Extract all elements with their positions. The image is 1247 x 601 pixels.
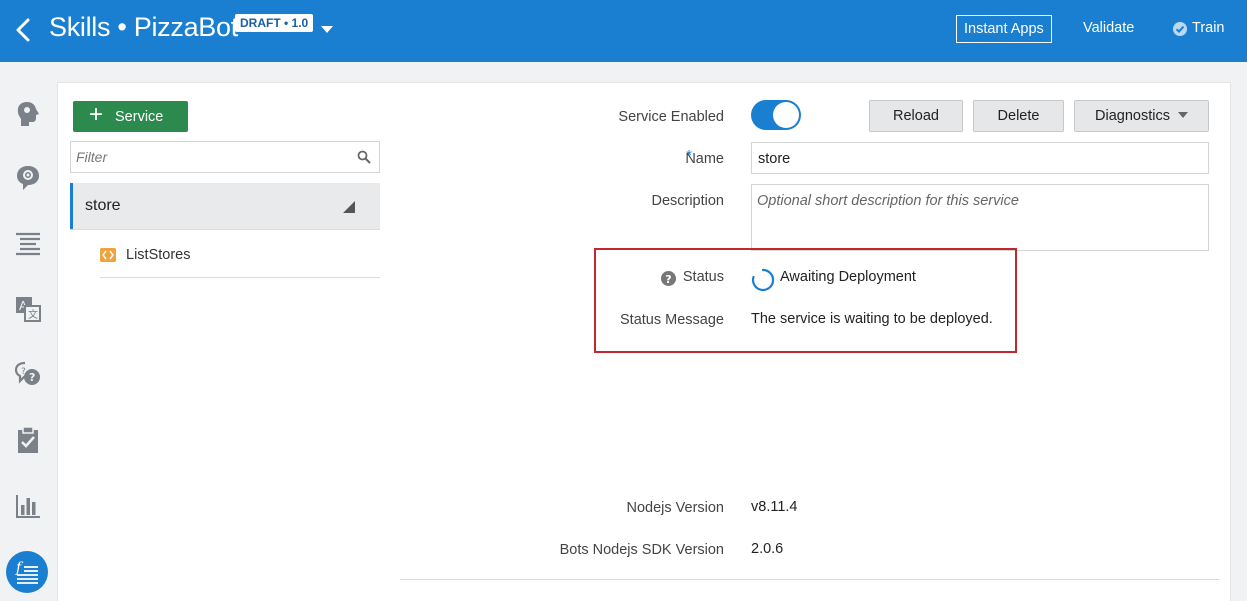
left-navigation: A文 ?? f [0, 62, 57, 601]
components-icon[interactable]: f [6, 551, 48, 593]
quality-icon[interactable] [12, 424, 44, 456]
status-highlight-box [594, 248, 1017, 353]
back-arrow-icon[interactable] [13, 16, 35, 44]
sdk-version-label: Bots Nodejs SDK Version [559, 542, 724, 558]
caret-down-icon [1177, 112, 1188, 118]
component-list-item[interactable]: ListStores [100, 240, 380, 276]
version-badge: DRAFT • 1.0 [235, 14, 314, 32]
service-list-item[interactable]: store [70, 183, 380, 229]
component-code-icon [100, 248, 116, 262]
component-name: ListStores [126, 247, 191, 263]
add-service-label: Service [115, 109, 164, 125]
check-circle-icon [1173, 22, 1187, 36]
collapse-triangle-icon[interactable] [343, 201, 355, 213]
sdk-version-value: 2.0.6 [751, 541, 784, 557]
qna-icon[interactable]: ?? [12, 358, 44, 390]
divider [100, 277, 380, 278]
status-message-value: The service is waiting to be deployed. [751, 311, 993, 327]
flows-icon[interactable] [12, 228, 44, 260]
nodejs-version-value: v8.11.4 [751, 499, 798, 515]
entities-icon[interactable] [12, 162, 44, 194]
description-label: Description [651, 193, 724, 209]
description-input[interactable] [757, 193, 1202, 245]
filter-input[interactable] [76, 148, 346, 166]
help-icon[interactable]: ? [661, 271, 676, 286]
plus-icon: + [89, 101, 104, 128]
description-field[interactable] [751, 184, 1209, 251]
validate-button[interactable]: Validate [1083, 20, 1134, 36]
divider [70, 229, 380, 230]
service-enabled-label: Service Enabled [618, 109, 724, 125]
intents-icon[interactable] [12, 98, 44, 130]
diagnostics-label: Diagnostics [1095, 108, 1170, 124]
divider [400, 579, 1219, 580]
service-enabled-toggle[interactable] [751, 100, 801, 130]
status-label: Status [682, 269, 724, 285]
status-message-label: Status Message [620, 312, 724, 328]
insights-icon[interactable] [12, 490, 44, 522]
train-button[interactable]: Train [1192, 20, 1225, 36]
toggle-knob [773, 102, 799, 128]
page-title: Skills • PizzaBot [49, 12, 238, 42]
nodejs-version-label: Nodejs Version [626, 500, 724, 516]
svg-text:f: f [15, 560, 24, 576]
svg-text:文: 文 [28, 308, 38, 321]
instant-apps-button[interactable]: Instant Apps [956, 15, 1052, 43]
filter-field[interactable] [70, 141, 380, 173]
delete-button[interactable]: Delete [973, 100, 1064, 132]
reload-button[interactable]: Reload [869, 100, 963, 132]
add-service-button[interactable]: + Service [73, 101, 188, 132]
resource-bundles-icon[interactable]: A文 [12, 293, 44, 325]
search-icon[interactable] [357, 150, 371, 164]
chevron-down-icon[interactable] [319, 22, 335, 38]
spinner-icon [751, 268, 775, 292]
app-header: Skills • PizzaBot DRAFT • 1.0 Instant Ap… [0, 0, 1247, 62]
service-name: store [85, 197, 121, 214]
diagnostics-button[interactable]: Diagnostics [1074, 100, 1209, 132]
svg-text:?: ? [29, 371, 35, 384]
name-field[interactable] [751, 142, 1209, 174]
name-input[interactable] [758, 150, 1198, 168]
status-value: Awaiting Deployment [780, 269, 916, 285]
svg-text:?: ? [665, 273, 671, 286]
name-label: Name [685, 151, 724, 167]
